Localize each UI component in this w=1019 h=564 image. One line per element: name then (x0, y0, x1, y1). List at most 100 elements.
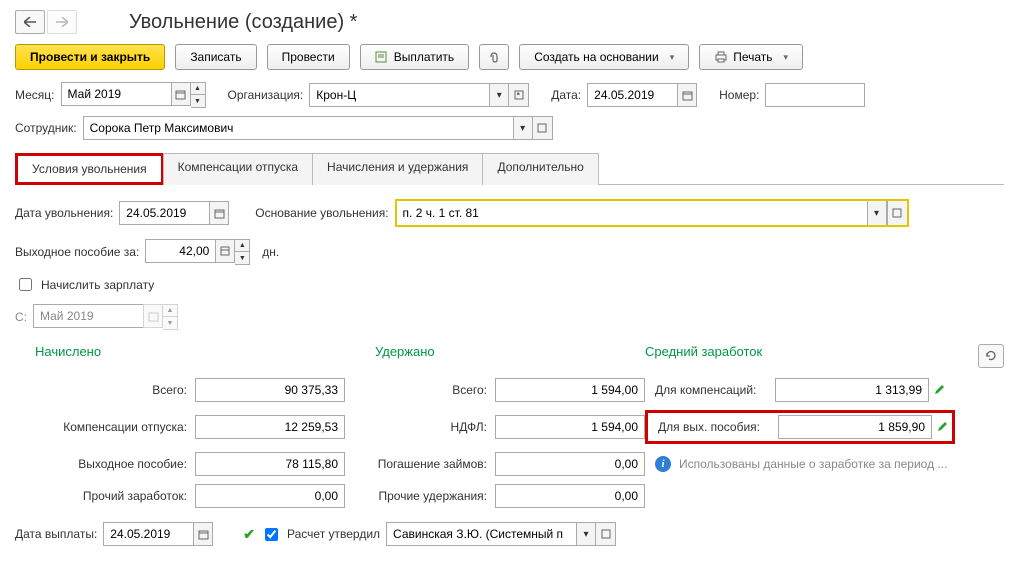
withheld-other-label: Прочие удержания: (345, 489, 495, 503)
tabs: Условия увольнения Компенсации отпуска Н… (15, 152, 1004, 185)
paydate-input[interactable] (103, 522, 193, 546)
withheld-loan-input[interactable] (495, 452, 645, 476)
page-title: Увольнение (создание) * (129, 11, 357, 34)
refresh-button[interactable] (978, 344, 1004, 368)
print-button-label: Печать (733, 50, 772, 64)
accrue-salary-checkbox[interactable] (19, 278, 32, 291)
avg-comp-input[interactable] (775, 378, 929, 402)
open-icon (514, 90, 524, 100)
basis-input[interactable] (397, 201, 867, 225)
org-label: Организация: (228, 88, 304, 102)
employee-open-button[interactable] (533, 116, 553, 140)
spinner-up-icon[interactable]: ▲ (235, 240, 249, 252)
approved-label: Расчет утвердил (287, 527, 380, 541)
org-input[interactable] (309, 83, 489, 107)
avg-sev-input[interactable] (778, 415, 932, 439)
dismissal-date-input[interactable] (119, 201, 209, 225)
calendar-icon (198, 529, 209, 540)
save-button[interactable]: Записать (175, 44, 256, 70)
checkmark-icon: ✔ (243, 526, 255, 543)
nav-forward-button (47, 10, 77, 34)
from-month-input (33, 304, 143, 328)
withheld-total-input[interactable] (495, 378, 645, 402)
tab-additional[interactable]: Дополнительно (482, 153, 598, 185)
accrued-comp-input[interactable] (195, 415, 345, 439)
submit-and-close-button[interactable]: Провести и закрыть (15, 44, 165, 70)
arrow-left-icon (24, 17, 36, 27)
avg-sev-label: Для вых. пособия: (658, 420, 778, 434)
basis-label: Основание увольнения: (255, 206, 388, 220)
dismissal-date-calendar-button[interactable] (209, 201, 229, 225)
open-icon (537, 123, 547, 133)
accrued-comp-label: Компенсации отпуска: (15, 420, 195, 434)
pay-button[interactable]: Выплатить (360, 44, 470, 70)
withheld-other-input[interactable] (495, 484, 645, 508)
number-label: Номер: (719, 88, 759, 102)
info-icon: i (655, 456, 671, 472)
spinner-down-icon[interactable]: ▼ (191, 95, 205, 107)
from-spinner: ▲ ▼ (163, 304, 178, 330)
approved-checkbox[interactable] (265, 528, 278, 541)
severance-calc-button[interactable] (215, 239, 235, 263)
spinner-up-icon[interactable]: ▲ (191, 83, 205, 95)
withheld-loan-label: Погашение займов: (345, 457, 495, 471)
severance-unit: дн. (262, 245, 279, 259)
approver-input[interactable] (386, 522, 576, 546)
month-input[interactable] (61, 82, 171, 106)
open-icon (601, 529, 611, 539)
paydate-calendar-button[interactable] (193, 522, 213, 546)
printer-icon (714, 51, 728, 63)
date-input[interactable] (587, 83, 677, 107)
calculator-icon (220, 246, 230, 256)
employee-input[interactable] (83, 116, 513, 140)
month-calendar-button[interactable] (171, 82, 191, 106)
tab-accruals[interactable]: Начисления и удержания (312, 153, 483, 185)
tab-conditions[interactable]: Условия увольнения (15, 153, 164, 185)
document-icon (375, 51, 389, 63)
date-label: Дата: (551, 88, 581, 102)
month-spinner[interactable]: ▲ ▼ (191, 82, 206, 108)
print-button[interactable]: Печать (699, 44, 803, 70)
date-calendar-button[interactable] (677, 83, 697, 107)
accrued-sev-label: Выходное пособие: (15, 457, 195, 471)
org-dropdown-button[interactable]: ▾ (489, 83, 509, 107)
submit-button[interactable]: Провести (267, 44, 350, 70)
approver-open-button[interactable] (596, 522, 616, 546)
number-input[interactable] (765, 83, 865, 107)
withheld-ndfl-label: НДФЛ: (345, 420, 495, 434)
month-label: Месяц: (15, 88, 55, 102)
create-based-button[interactable]: Создать на основании (519, 44, 689, 70)
edit-avg-comp-button[interactable] (933, 384, 945, 396)
basis-open-button[interactable] (887, 201, 907, 225)
accrued-sev-input[interactable] (195, 452, 345, 476)
calendar-icon (175, 89, 186, 100)
org-open-button[interactable] (509, 83, 529, 107)
calendar-icon (682, 90, 693, 101)
accrued-other-input[interactable] (195, 484, 345, 508)
severance-spinner[interactable]: ▲ ▼ (235, 239, 250, 265)
paydate-label: Дата выплаты: (15, 527, 97, 541)
basis-dropdown-button[interactable]: ▾ (867, 201, 887, 225)
employee-label: Сотрудник: (15, 121, 77, 135)
withheld-header: Удержано (345, 344, 645, 368)
edit-avg-sev-button[interactable] (936, 421, 948, 433)
accrued-total-input[interactable] (195, 378, 345, 402)
dismissal-date-label: Дата увольнения: (15, 206, 113, 220)
from-label: С: (15, 310, 27, 324)
accrued-other-label: Прочий заработок: (15, 489, 195, 503)
employee-dropdown-button[interactable]: ▾ (513, 116, 533, 140)
spinner-down-icon[interactable]: ▼ (235, 252, 249, 264)
attach-button[interactable] (479, 44, 509, 70)
approver-dropdown-button[interactable]: ▾ (576, 522, 596, 546)
arrow-right-icon (56, 17, 68, 27)
tab-compensations[interactable]: Компенсации отпуска (163, 153, 313, 185)
calendar-icon (214, 208, 225, 219)
severance-days-input[interactable] (145, 239, 215, 263)
accrued-total-label: Всего: (15, 383, 195, 397)
open-icon (892, 208, 902, 218)
avg-header: Средний заработок (645, 344, 978, 368)
nav-back-button[interactable] (15, 10, 45, 34)
withheld-ndfl-input[interactable] (495, 415, 645, 439)
severance-label: Выходное пособие за: (15, 245, 139, 259)
accrued-header: Начислено (15, 344, 345, 368)
